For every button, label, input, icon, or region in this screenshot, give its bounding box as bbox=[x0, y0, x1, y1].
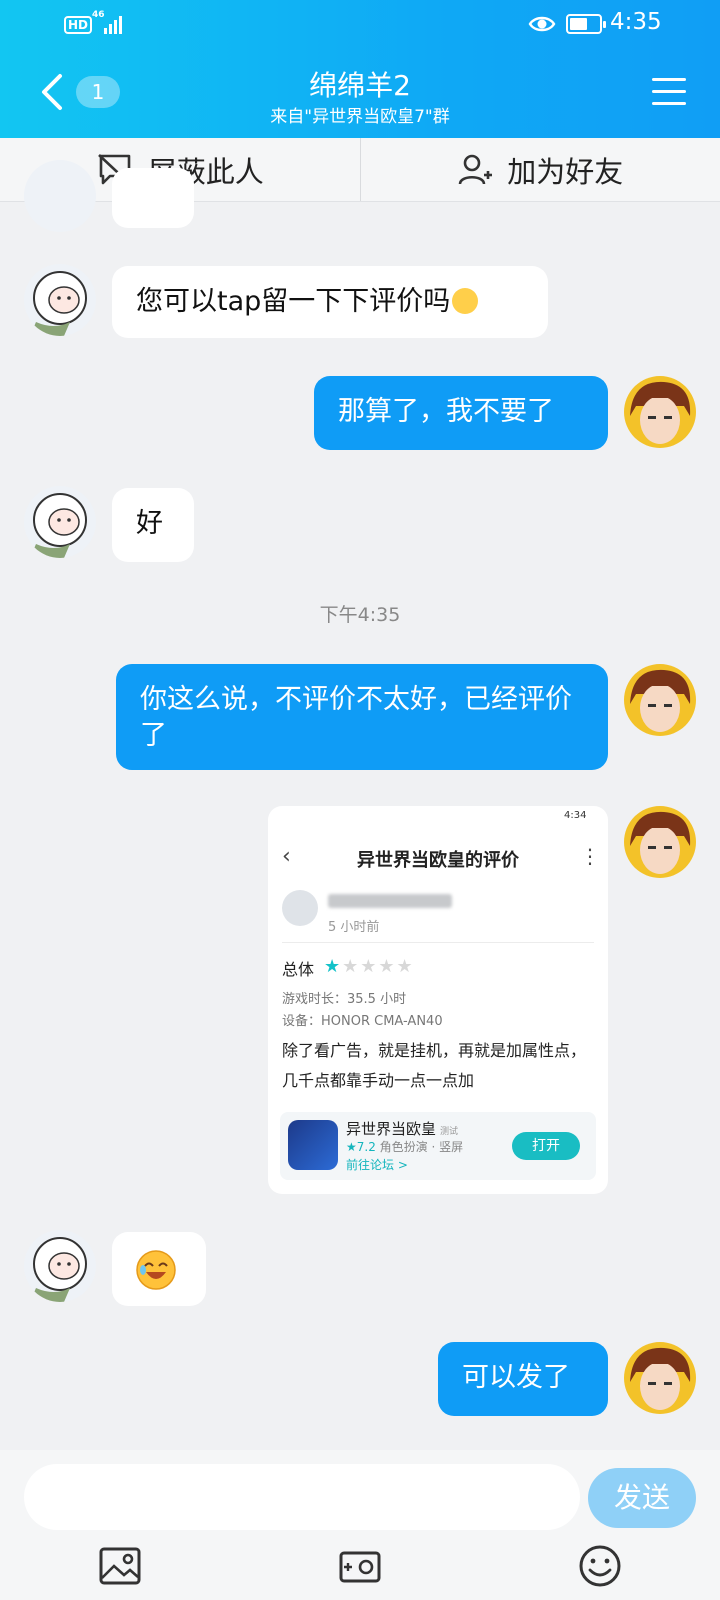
eye-comfort-icon bbox=[528, 16, 556, 32]
status-time: 4:35 bbox=[610, 9, 662, 35]
sheep-icon bbox=[30, 493, 87, 558]
message-text: 可以发了 bbox=[462, 1362, 570, 1393]
mini-status-bar: 4:34 bbox=[268, 806, 608, 828]
review-text: 除了看广告，就是挂机，再就是加属性点，几千点都靠手动一点一点加 bbox=[282, 1041, 587, 1090]
sheep-icon bbox=[30, 1237, 87, 1302]
mini-more-icon: ⋮ bbox=[580, 844, 600, 868]
add-friend-button[interactable]: 加为好友 bbox=[361, 138, 720, 201]
sheep-avatar[interactable] bbox=[24, 1230, 96, 1302]
sheep-icon bbox=[30, 271, 87, 336]
message-text: 那算了，我不要了 bbox=[338, 396, 554, 427]
my-avatar[interactable] bbox=[624, 376, 696, 448]
camera-icon[interactable] bbox=[338, 1544, 382, 1588]
incoming-message[interactable]: 您可以tap留一下下评价吗 bbox=[112, 266, 548, 338]
mini-status-time: 4:34 bbox=[564, 810, 587, 821]
add-friend-label: 加为好友 bbox=[507, 154, 624, 189]
message-bubble-partial bbox=[112, 168, 194, 228]
status-bar: HD 46 4:35 bbox=[0, 0, 720, 48]
incoming-emoji-message[interactable] bbox=[112, 1232, 206, 1306]
header-bar: HD 46 4:35 1 绵绵羊2 来自"异世界当欧皇7"群 bbox=[0, 0, 720, 138]
overall-label: 总体 bbox=[282, 960, 315, 979]
message-text: 您可以tap留一下下评价吗 bbox=[136, 286, 451, 317]
anime-avatar-icon bbox=[630, 811, 691, 874]
anime-avatar-icon bbox=[630, 381, 691, 444]
anime-avatar-icon bbox=[630, 669, 691, 732]
my-avatar[interactable] bbox=[624, 1342, 696, 1414]
outgoing-message[interactable]: 你这么说，不评价不太好，已经评价了 bbox=[116, 664, 608, 770]
device-info: 设备：HONOR CMA-AN40 bbox=[282, 1014, 443, 1029]
message-timestamp: 下午4:35 bbox=[319, 604, 401, 626]
laughing-emoji-icon bbox=[136, 1250, 176, 1290]
emoji-icon[interactable] bbox=[578, 1544, 622, 1588]
game-card: 异世界当欧皇 测试 ★7.2 角色扮演 · 竖屏 前往论坛 > 打开 bbox=[280, 1112, 596, 1180]
menu-icon[interactable] bbox=[652, 78, 686, 106]
game-meta: ★7.2 角色扮演 · 竖屏 bbox=[346, 1140, 464, 1154]
my-avatar[interactable] bbox=[624, 806, 696, 878]
play-time: 游戏时长：35.5 小时 bbox=[282, 992, 407, 1007]
divider bbox=[282, 942, 594, 943]
sheep-avatar[interactable] bbox=[24, 160, 96, 232]
game-icon bbox=[288, 1120, 338, 1170]
battery-icon bbox=[566, 14, 606, 34]
mini-user-avatar bbox=[282, 890, 318, 926]
chat-subtitle: 来自"异世界当欧皇7"群 bbox=[270, 107, 450, 127]
image-icon[interactable] bbox=[98, 1544, 142, 1588]
mini-time-ago: 5 小时前 bbox=[328, 920, 380, 935]
input-bar: 发送 bbox=[0, 1450, 720, 1600]
message-input[interactable] bbox=[24, 1464, 580, 1530]
my-avatar[interactable] bbox=[624, 664, 696, 736]
chat-title: 绵绵羊2 bbox=[309, 69, 411, 102]
star-rating: ★★★★★ bbox=[324, 956, 415, 977]
action-bar: 屏蔽此人 加为好友 bbox=[0, 138, 720, 202]
smile-emoji-icon bbox=[452, 288, 479, 314]
game-open-button: 打开 bbox=[512, 1132, 580, 1160]
message-text: 你这么说，不评价不太好，已经评价了 bbox=[140, 684, 572, 751]
sheep-avatar[interactable] bbox=[24, 264, 96, 336]
outgoing-message[interactable]: 可以发了 bbox=[438, 1342, 608, 1416]
send-button[interactable]: 发送 bbox=[588, 1468, 696, 1528]
blurred-username bbox=[328, 894, 452, 908]
game-name: 异世界当欧皇 测试 bbox=[346, 1120, 459, 1138]
network-type: 46 bbox=[92, 10, 105, 20]
anime-avatar-icon bbox=[630, 1347, 691, 1410]
message-text: 好 bbox=[136, 508, 163, 539]
outgoing-message[interactable]: 那算了，我不要了 bbox=[314, 376, 608, 450]
add-user-icon bbox=[458, 154, 493, 184]
game-forum-link: 前往论坛 > bbox=[346, 1158, 408, 1172]
hd-indicator: HD bbox=[64, 16, 93, 34]
mini-review-title: 异世界当欧皇的评价 bbox=[357, 850, 519, 871]
incoming-message[interactable]: 好 bbox=[112, 488, 194, 562]
sheep-avatar[interactable] bbox=[24, 486, 96, 558]
screenshot-image-message[interactable]: 4:34 ‹ 异世界当欧皇的评价 ⋮ 5 小时前 总体 ★★★★★ 游戏时长：3… bbox=[268, 806, 608, 1194]
signal-icon bbox=[104, 12, 122, 34]
